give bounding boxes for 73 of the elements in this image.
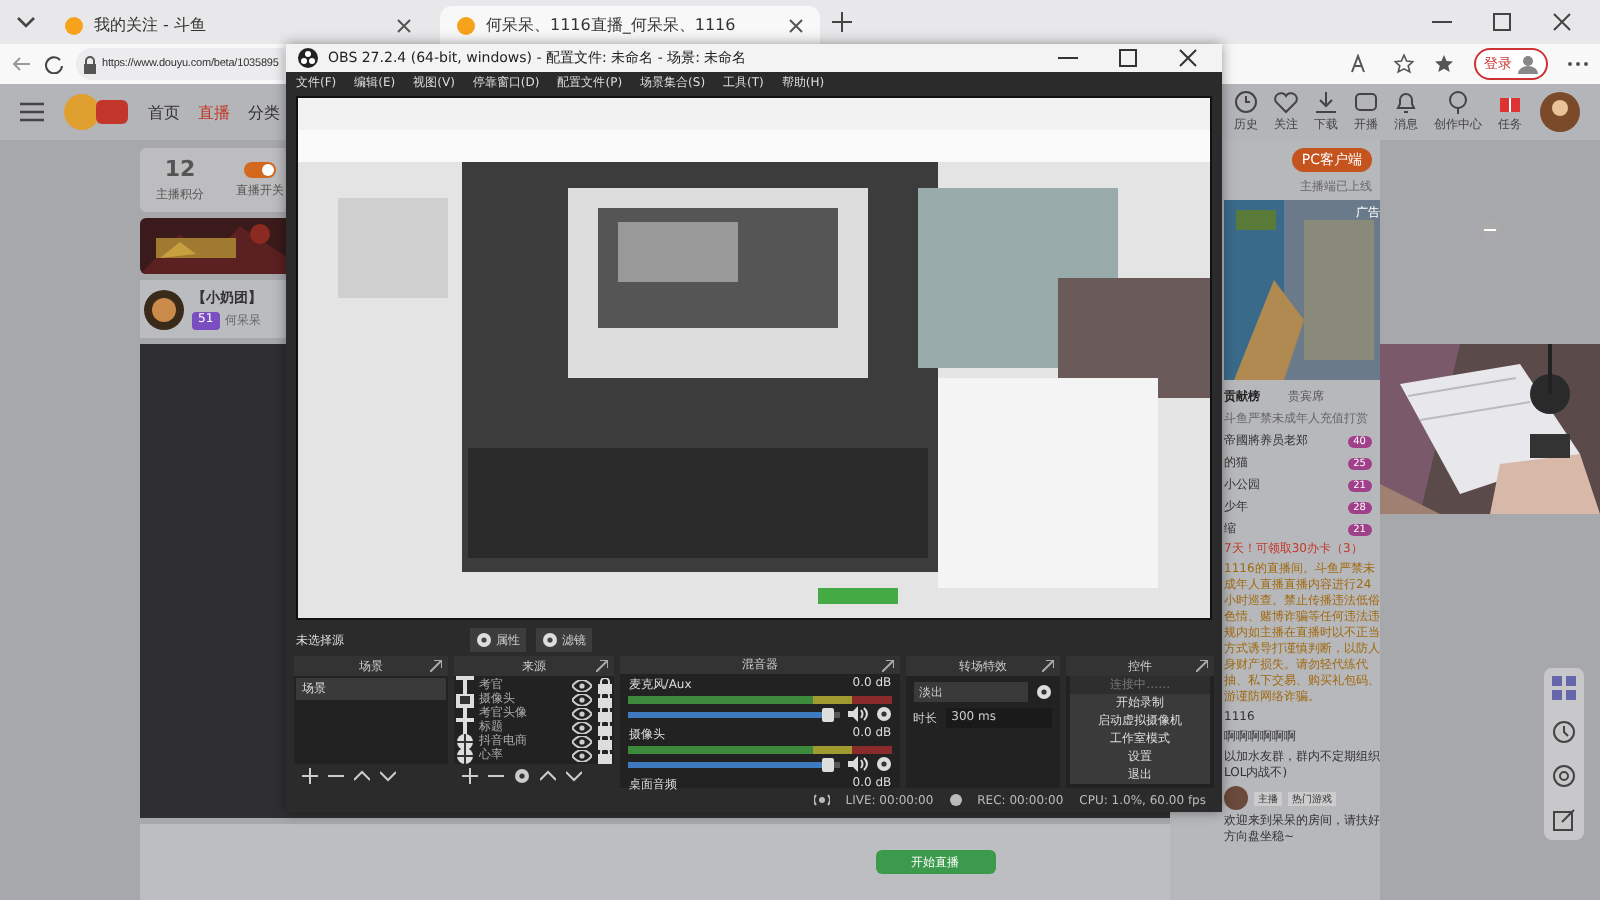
down-icon[interactable] bbox=[565, 768, 582, 784]
live-toggle[interactable] bbox=[244, 161, 276, 177]
eye-icon[interactable] bbox=[572, 735, 593, 747]
edit-icon[interactable] bbox=[1552, 808, 1576, 832]
back-icon[interactable] bbox=[12, 54, 32, 74]
undock-icon[interactable] bbox=[1196, 660, 1208, 672]
grid-icon[interactable] bbox=[1552, 676, 1576, 700]
timer-icon[interactable] bbox=[1552, 720, 1576, 744]
star-icon[interactable] bbox=[1394, 54, 1414, 74]
avatar-icon[interactable] bbox=[1224, 786, 1248, 810]
score-value: 12 bbox=[164, 156, 196, 182]
screen-icon[interactable] bbox=[1354, 90, 1378, 114]
maximize-icon[interactable] bbox=[1118, 48, 1138, 68]
plus-icon[interactable] bbox=[832, 12, 852, 32]
undock-icon[interactable] bbox=[1042, 660, 1055, 672]
lock-icon[interactable] bbox=[598, 705, 613, 721]
close-icon[interactable] bbox=[396, 17, 412, 33]
reload-icon[interactable] bbox=[44, 54, 64, 74]
target-icon[interactable] bbox=[1552, 764, 1576, 788]
lock-icon[interactable] bbox=[598, 747, 613, 763]
avatar-icon[interactable] bbox=[144, 289, 184, 329]
gear-icon[interactable] bbox=[513, 768, 530, 784]
clock-icon[interactable] bbox=[1234, 90, 1258, 114]
undock-icon[interactable] bbox=[881, 660, 894, 672]
close-icon[interactable] bbox=[788, 17, 804, 33]
eye-icon[interactable] bbox=[572, 693, 593, 705]
more-icon[interactable] bbox=[1568, 60, 1588, 68]
lock-icon[interactable] bbox=[598, 691, 613, 707]
lock-icon[interactable] bbox=[598, 733, 613, 749]
bell-icon[interactable] bbox=[1394, 90, 1418, 114]
favorites-icon[interactable] bbox=[1434, 54, 1454, 74]
lock-icon[interactable] bbox=[82, 55, 98, 73]
volume-slider[interactable] bbox=[628, 711, 840, 717]
record-dot-icon[interactable] bbox=[949, 794, 962, 806]
speaker-icon[interactable] bbox=[847, 756, 868, 772]
volume-slider[interactable] bbox=[628, 761, 840, 767]
download-icon[interactable] bbox=[1314, 90, 1338, 114]
avatar-icon[interactable] bbox=[1540, 92, 1580, 132]
globe-icon[interactable] bbox=[455, 745, 474, 765]
fish-logo-icon[interactable] bbox=[62, 92, 130, 132]
down-icon[interactable] bbox=[380, 768, 396, 784]
undock-icon[interactable] bbox=[596, 660, 609, 672]
speaker-icon[interactable] bbox=[847, 706, 868, 722]
browser-tab[interactable]: 何呆呆、1116直播_何呆呆、1116 bbox=[440, 6, 820, 44]
undock-icon[interactable] bbox=[429, 660, 442, 672]
heart-icon[interactable] bbox=[1274, 90, 1298, 114]
eye-icon[interactable] bbox=[572, 749, 593, 761]
chevron-down-icon[interactable] bbox=[16, 14, 36, 30]
avatar-icon[interactable] bbox=[1518, 54, 1538, 74]
gear-icon[interactable] bbox=[875, 756, 892, 772]
menu-icon[interactable] bbox=[20, 102, 44, 122]
eye-icon[interactable] bbox=[572, 721, 593, 733]
browser-tab[interactable]: 我的关注 - 斗鱼 bbox=[48, 6, 428, 44]
nav-link[interactable]: 分类 bbox=[248, 101, 280, 123]
nav-link[interactable]: 首页 bbox=[148, 101, 180, 123]
maximize-icon[interactable] bbox=[1492, 12, 1512, 32]
globe-icon[interactable] bbox=[455, 731, 474, 751]
gear-icon[interactable] bbox=[476, 632, 492, 648]
eye-icon[interactable] bbox=[572, 679, 593, 691]
camera-icon[interactable] bbox=[455, 689, 474, 709]
up-icon[interactable] bbox=[539, 768, 556, 784]
pin-icon[interactable] bbox=[1446, 90, 1470, 114]
gear-icon[interactable] bbox=[875, 706, 892, 722]
lock-icon[interactable] bbox=[598, 719, 613, 735]
filter-icon[interactable] bbox=[542, 632, 558, 648]
eye-icon[interactable] bbox=[572, 707, 593, 719]
up-icon[interactable] bbox=[354, 768, 370, 784]
broadcast-icon[interactable] bbox=[813, 792, 830, 808]
gear-icon[interactable] bbox=[1036, 684, 1053, 700]
lock-icon[interactable] bbox=[598, 677, 613, 693]
close-icon[interactable] bbox=[1552, 12, 1572, 32]
obs-logo-icon[interactable] bbox=[298, 48, 318, 68]
close-icon[interactable] bbox=[1178, 48, 1198, 68]
